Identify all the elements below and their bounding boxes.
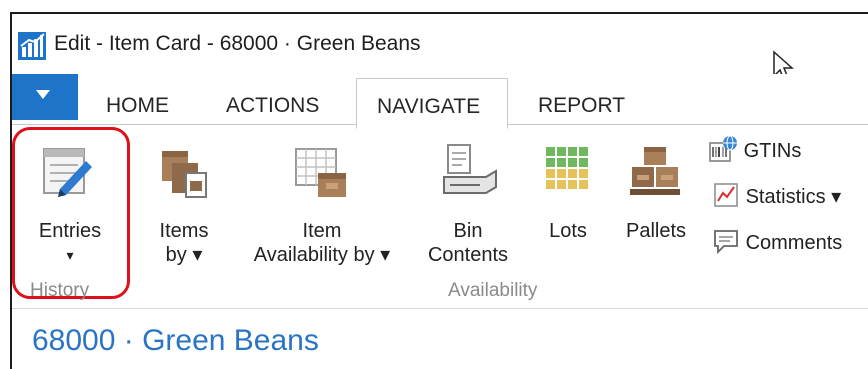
tab-navigate[interactable]: NAVIGATE <box>356 78 508 129</box>
bin-contents-label-line1: Bin <box>453 220 483 242</box>
tab-home[interactable]: HOME <box>106 94 169 118</box>
statistics-label: Statistics ▾ <box>745 186 842 208</box>
lots-icon <box>546 147 588 189</box>
items-by-button[interactable]: Items by ▾ <box>140 137 228 267</box>
ribbon-bottom-divider <box>12 308 868 309</box>
gtins-label: GTINs <box>743 140 802 162</box>
window-title: Edit - Item Card - 68000 · Green Beans <box>54 32 421 55</box>
items-by-label-line1: Items <box>159 220 209 242</box>
item-availability-label-line1: Item <box>302 220 342 242</box>
bin-contents-icon <box>443 144 497 194</box>
lots-button[interactable]: Lots <box>530 137 606 247</box>
item-card-window: Edit - Item Card - 68000 · Green Beans H… <box>10 12 868 369</box>
comments-icon <box>714 230 738 255</box>
items-by-icon <box>162 151 207 198</box>
title-bar: Edit - Item Card - 68000 · Green Beans <box>12 14 868 82</box>
tab-navigate-label: NAVIGATE <box>377 95 481 118</box>
group-label-availability: Availability <box>448 280 538 301</box>
entries-dropdown-arrow: ▾ <box>66 247 74 263</box>
tab-report[interactable]: REPORT <box>538 94 625 118</box>
gtins-button[interactable]: GTINs <box>708 135 801 163</box>
page-title: 68000 · Green Beans <box>32 324 319 357</box>
app-menu-button[interactable] <box>12 74 78 120</box>
comments-button[interactable]: Comments <box>712 227 842 255</box>
item-availability-icon <box>295 148 346 197</box>
ribbon-navigate-panel: Entries ▾ History Items by ▾ Item Availa… <box>12 125 868 309</box>
gtins-icon <box>709 135 737 162</box>
pallets-icon <box>630 147 680 195</box>
pallets-label: Pallets <box>625 220 687 242</box>
group-label-history: History <box>30 280 90 301</box>
bin-contents-button[interactable]: Bin Contents <box>416 137 520 267</box>
entries-icon <box>43 148 92 197</box>
bin-contents-label-line2: Contents <box>427 244 509 266</box>
item-availability-label-line2: Availability by ▾ <box>253 244 391 266</box>
pallets-button[interactable]: Pallets <box>612 137 700 247</box>
item-availability-by-button[interactable]: Item Availability by ▾ <box>234 137 410 267</box>
statistics-button[interactable]: Statistics ▾ <box>712 181 841 209</box>
app-menu-chevron-icon <box>36 90 50 99</box>
entries-label: Entries <box>38 220 102 242</box>
entries-button[interactable]: Entries ▾ <box>20 137 120 267</box>
lots-label: Lots <box>549 220 587 242</box>
tab-actions[interactable]: ACTIONS <box>226 94 319 118</box>
ribbon-tab-row: HOME ACTIONS NAVIGATE REPORT <box>12 74 868 129</box>
items-by-label-line2: by ▾ <box>165 244 203 266</box>
comments-label: Comments <box>745 232 843 254</box>
app-logo-icon <box>18 32 46 60</box>
statistics-icon <box>714 183 738 207</box>
